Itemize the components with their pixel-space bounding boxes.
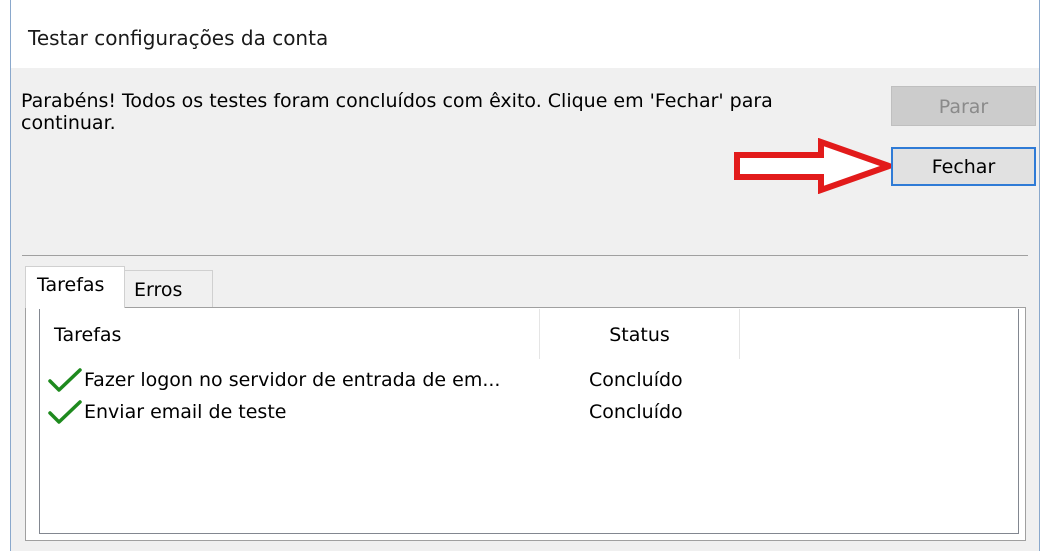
- task-status: Concluído: [589, 369, 683, 391]
- red-arrow-icon: [734, 138, 895, 194]
- table-row[interactable]: Fazer logon no servidor de entrada de em…: [40, 365, 740, 395]
- green-check-icon: [48, 368, 82, 392]
- column-header-status[interactable]: Status: [540, 309, 740, 359]
- stop-button[interactable]: Parar: [891, 86, 1036, 126]
- tab-erros[interactable]: Erros: [124, 270, 213, 308]
- dialog-title: Testar configurações da conta: [28, 26, 329, 50]
- task-status: Concluído: [589, 401, 683, 423]
- table-row[interactable]: Enviar email de teste Concluído: [40, 397, 740, 427]
- tasks-list[interactable]: Tarefas Status Fazer logon no servidor d…: [39, 309, 1019, 534]
- tasks-tab-panel: Tarefas Status Fazer logon no servidor d…: [25, 307, 1026, 541]
- green-check-icon: [48, 400, 82, 424]
- separator: [22, 255, 1028, 256]
- column-header-tarefas[interactable]: Tarefas: [40, 309, 540, 359]
- account-settings-dialog: Testar configurações da conta Parabéns! …: [10, 0, 1040, 551]
- title-bar: Testar configurações da conta: [11, 0, 1039, 68]
- tab-tarefas[interactable]: Tarefas: [25, 266, 125, 308]
- close-button[interactable]: Fechar: [891, 147, 1036, 186]
- task-name: Fazer logon no servidor de entrada de em…: [84, 369, 501, 391]
- task-name: Enviar email de teste: [84, 401, 287, 423]
- success-message: Parabéns! Todos os testes foram concluíd…: [21, 90, 773, 134]
